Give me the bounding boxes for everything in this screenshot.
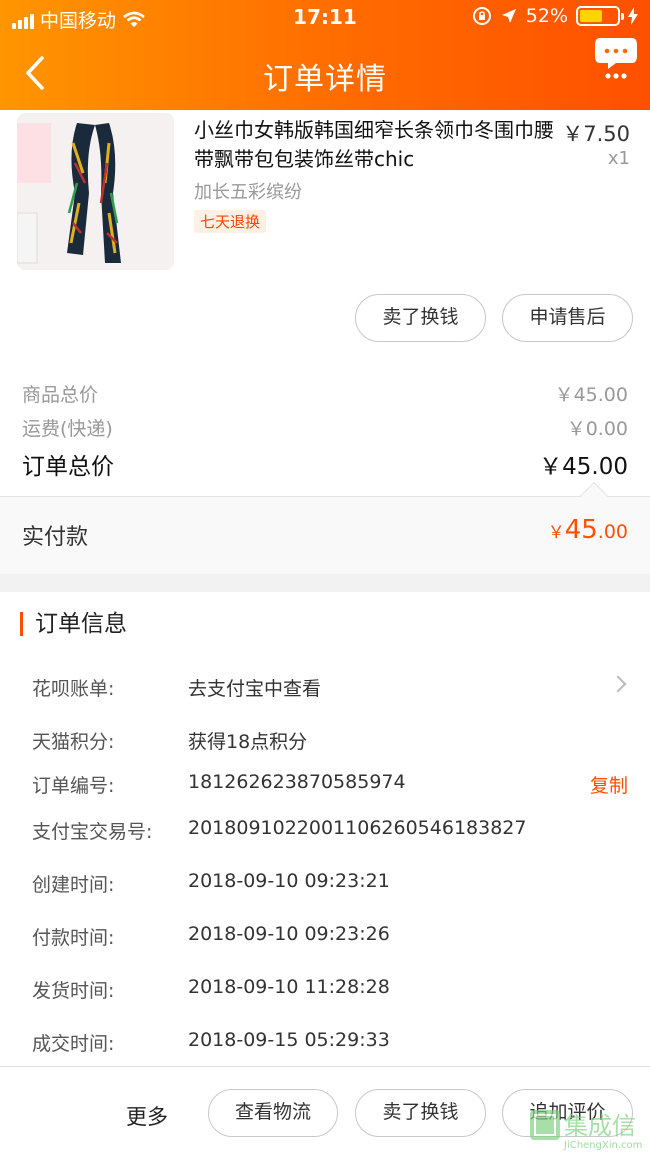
svg-text:JiChengXin.com: JiChengXin.com <box>563 1140 642 1151</box>
nav-bar: 订单详情 <box>0 36 650 110</box>
bottom-action-bar: 更多 查看物流 卖了换钱 追加评价 集成信 JiChengXin.com <box>0 1066 650 1156</box>
shipping-value: ￥0.00 <box>566 418 628 440</box>
goods-total-label: 商品总价 <box>22 384 99 406</box>
points-value: 获得18点积分 <box>188 731 308 753</box>
paid-label: 实付款 <box>22 525 89 550</box>
shipped-time-label: 发货时间: <box>32 980 115 1002</box>
battery-icon <box>576 6 624 26</box>
after-sale-button[interactable]: 申请售后 <box>502 294 633 342</box>
message-button[interactable] <box>594 36 638 82</box>
location-icon <box>501 9 516 23</box>
created-time-value: 2018-09-10 09:23:21 <box>188 870 390 892</box>
paid-currency: ￥ <box>547 523 565 543</box>
more-button[interactable]: 更多 <box>126 1101 168 1131</box>
status-right: 52% <box>472 5 638 27</box>
chat-bubble-icon <box>595 38 637 79</box>
shipping-row: 运费(快递) ￥0.00 <box>22 414 628 441</box>
goods-total-row: 商品总价 ￥45.00 <box>22 380 628 407</box>
orientation-lock-icon <box>472 7 491 25</box>
order-info-title: 订单信息 <box>20 612 127 636</box>
paid-integer: 45 <box>564 515 598 545</box>
watermark-logo: 集成信 JiChengXin.com <box>528 1108 646 1152</box>
points-label: 天猫积分: <box>32 731 115 753</box>
battery-percent: 52% <box>525 5 568 27</box>
copy-button[interactable]: 复制 <box>590 771 628 798</box>
shipped-time-value: 2018-09-10 11:28:28 <box>188 976 390 998</box>
order-total-label: 订单总价 <box>22 454 114 480</box>
view-logistics-button[interactable]: 查看物流 <box>208 1089 338 1137</box>
return-policy-badge: 七天退换 <box>194 210 267 233</box>
goods-total-value: ￥45.00 <box>554 384 628 406</box>
paid-decimal: .00 <box>597 521 628 543</box>
paid-value: ￥45.00 <box>548 515 628 545</box>
order-total-value: ￥45.00 <box>539 454 628 480</box>
status-bar: 中国移动 17:11 52% <box>0 0 650 36</box>
order-info-section: 订单信息 花呗账单: 去支付宝中查看 天猫积分: 获得18点积分 订单编号: 1… <box>0 592 650 1066</box>
product-price: ￥7.50 <box>562 122 630 146</box>
huabei-value: 去支付宝中查看 <box>188 678 322 700</box>
created-time-label: 创建时间: <box>32 874 115 896</box>
order-number-value: 181262623870585974 <box>188 771 406 793</box>
paid-time-label: 付款时间: <box>32 927 115 949</box>
huabei-label: 花呗账单: <box>32 678 115 700</box>
shipping-label: 运费(快递) <box>22 418 113 440</box>
svg-text:集成信: 集成信 <box>564 1112 636 1140</box>
charging-icon <box>628 7 638 25</box>
price-summary: 商品总价 ￥45.00 运费(快递) ￥0.00 订单总价 ￥45.00 <box>0 358 650 496</box>
order-number-label: 订单编号: <box>32 775 115 797</box>
completed-time-label: 成交时间: <box>32 1033 115 1055</box>
chevron-right-icon <box>609 675 627 693</box>
product-card[interactable]: 小丝巾女韩版韩国细窄长条领巾冬围巾腰带飘带包包装饰丝带chic ￥7.50 x1… <box>0 110 650 358</box>
paid-time-value: 2018-09-10 09:23:26 <box>188 923 390 945</box>
page-title: 订单详情 <box>263 62 387 97</box>
scarf-product-icon <box>17 113 174 270</box>
alipay-trade-value: 2018091022001106260546183827 <box>188 817 527 839</box>
alipay-trade-label: 支付宝交易号: <box>32 821 153 843</box>
product-quantity: x1 <box>607 148 630 169</box>
order-total-row: 订单总价 ￥45.00 <box>22 447 628 481</box>
product-image[interactable] <box>17 113 174 270</box>
product-title: 小丝巾女韩版韩国细窄长条领巾冬围巾腰带飘带包包装饰丝带chic <box>194 118 554 171</box>
completed-time-value: 2018-09-15 05:29:33 <box>188 1029 390 1051</box>
product-sku: 加长五彩缤纷 <box>194 182 302 203</box>
sell-again-button[interactable]: 卖了换钱 <box>355 1089 486 1137</box>
sell-button[interactable]: 卖了换钱 <box>355 294 486 342</box>
header: 中国移动 17:11 52% 订单详情 <box>0 0 650 110</box>
paid-amount-row: 实付款 ￥45.00 <box>0 481 650 574</box>
